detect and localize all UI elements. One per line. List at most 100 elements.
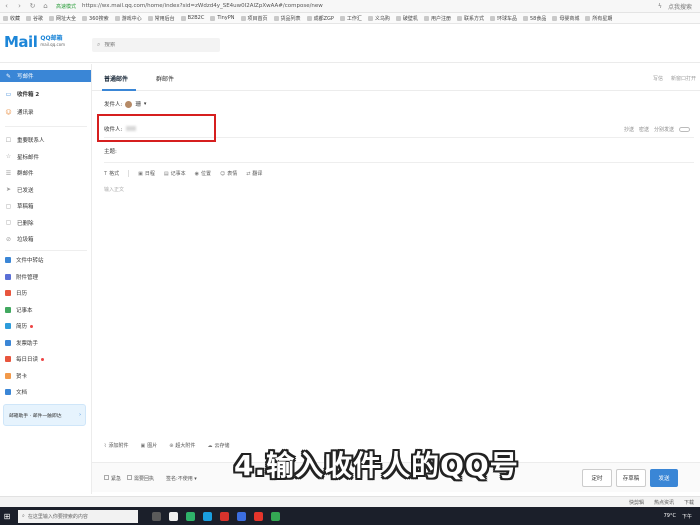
add-attachment-button[interactable]: ⌇ 添加附件 xyxy=(104,442,128,450)
bookmark-item[interactable]: 常用后台 xyxy=(147,15,175,22)
status-item-news[interactable]: 热点资讯 xyxy=(654,499,674,506)
sidebar-item-folder[interactable]: ➤ 已发送 xyxy=(0,184,91,196)
emoji-button[interactable]: ☺ 表情 xyxy=(220,170,237,178)
app-icon[interactable] xyxy=(271,511,280,521)
wechat-icon[interactable] xyxy=(186,511,195,521)
tab-normal-mail[interactable]: 普通邮件 xyxy=(104,74,128,83)
bookmark-item[interactable]: 工作汇 xyxy=(339,15,362,22)
sidebar-item-app[interactable]: 文档 xyxy=(0,386,91,398)
bookmark-item[interactable]: 所有星期 xyxy=(585,15,612,22)
bookmark-item[interactable]: 网址大全 xyxy=(49,15,76,22)
bookmark-item[interactable]: 360搜索 xyxy=(82,15,109,22)
sidebar-item-folder[interactable]: ☐ 重要联系人 xyxy=(0,134,91,146)
bookmark-favicon-icon xyxy=(489,15,495,21)
sidebar-item-app[interactable]: 日历 xyxy=(0,287,91,299)
chevron-down-icon[interactable]: ▾ xyxy=(144,101,147,107)
calendar-icon: ▣ xyxy=(138,170,143,177)
sidebar-item-folder[interactable]: ☰ 群邮件 xyxy=(0,167,91,179)
lightning-icon[interactable]: ϟ xyxy=(658,3,662,10)
sidebar-item-app[interactable]: 每日日读 xyxy=(0,353,91,365)
windows-start-icon[interactable]: ⊞ xyxy=(0,507,14,525)
bookmark-item[interactable]: 用户注册 xyxy=(423,15,451,22)
file-explorer-icon[interactable] xyxy=(169,511,178,521)
bookmark-item[interactable]: 联系方式 xyxy=(456,15,484,22)
compose-mode-link[interactable]: 写信 xyxy=(653,75,663,82)
urgent-checkbox[interactable]: 紧急 xyxy=(104,475,121,482)
home-icon[interactable]: ⌂ xyxy=(39,2,52,10)
mail-assistant-promo[interactable]: 邮箱助手 · 邮件一触即达 › xyxy=(3,404,86,426)
status-item-clip[interactable]: 快剪辑 xyxy=(629,499,644,506)
bookmark-favicon-icon xyxy=(395,15,401,21)
sidebar-item-folder[interactable]: ☆ 星标邮件 xyxy=(0,151,91,163)
bookmark-item[interactable]: 破壁机 xyxy=(395,15,418,22)
bookmark-item[interactable]: 环球车品 xyxy=(489,15,517,22)
bookmark-item[interactable]: 58食品 xyxy=(522,15,546,22)
sidebar-item-compose[interactable]: ✎ 写邮件 xyxy=(0,70,91,82)
image-button[interactable]: ▣ 图片 xyxy=(140,442,157,450)
translate-button[interactable]: ⇄ 翻译 xyxy=(246,170,262,178)
taskbar-search[interactable]: ⌕ 在这里输入你要搜索的内容 xyxy=(18,509,138,523)
app-icon[interactable] xyxy=(254,511,263,521)
tab-group-mail[interactable]: 群邮件 xyxy=(156,74,174,83)
schedule-button[interactable]: ▣ 日程 xyxy=(138,170,155,178)
receipt-checkbox[interactable]: 需要回执 xyxy=(127,475,154,482)
new-window-link[interactable]: 新窗口打开 xyxy=(671,75,696,82)
sidebar-item-app[interactable]: 文件中转站 xyxy=(0,254,91,266)
sidebar-divider xyxy=(5,250,87,251)
format-button[interactable]: T 格式 xyxy=(104,170,120,178)
sender-name[interactable]: 珊 xyxy=(135,100,141,108)
browser-app-icon[interactable] xyxy=(203,511,212,521)
refresh-icon[interactable]: ↻ xyxy=(26,2,39,10)
format-label: 格式 xyxy=(109,171,120,177)
signature-select[interactable]: 签名:不使用 ▾ xyxy=(166,475,197,482)
sidebar-item-app[interactable]: 附件管理 xyxy=(0,271,91,283)
forward-icon[interactable]: › xyxy=(13,2,26,10)
url-field[interactable]: https://wx.mail.qq.com/home/index?sid=zW… xyxy=(82,3,323,9)
large-attachment-button[interactable]: ⊕ 超大附件 xyxy=(169,442,195,450)
send-button[interactable]: 发送 xyxy=(650,469,678,487)
save-draft-button[interactable]: 存草稿 xyxy=(616,469,646,487)
bookmark-item[interactable]: 成都ZGP xyxy=(306,15,334,22)
status-item-download[interactable]: 下载 xyxy=(684,499,694,506)
qqmail-logo[interactable]: Mail QQ邮箱 mail.qq.com xyxy=(4,33,65,51)
sidebar-item-app[interactable]: 简历 xyxy=(0,320,91,332)
sidebar-item-inbox[interactable]: ▭ 收件箱 2 xyxy=(0,88,91,100)
cloud-storage-button[interactable]: ☁ 云存储 xyxy=(207,442,229,450)
back-icon[interactable]: ‹ xyxy=(0,2,13,10)
separate-send-toggle[interactable] xyxy=(679,127,690,132)
bookmark-item[interactable]: 项目首页 xyxy=(240,15,268,22)
bookmark-label: 用户注册 xyxy=(430,15,451,22)
bookmark-item[interactable]: 义乌购 xyxy=(367,15,390,22)
bcc-link[interactable]: 密送 xyxy=(639,126,649,133)
bookmark-item[interactable]: B2B2C xyxy=(180,15,204,21)
body-editor[interactable]: 输入正文 xyxy=(104,186,124,193)
sidebar-item-contacts[interactable]: ☺ 通讯录 xyxy=(0,106,91,118)
sidebar-item-app[interactable]: 发票助手 xyxy=(0,337,91,349)
subject-field[interactable]: 主题: xyxy=(104,147,694,163)
wps-icon[interactable] xyxy=(220,511,229,521)
sidebar-item-app[interactable]: 贺卡 xyxy=(0,370,91,382)
bookmark-item[interactable]: 收藏 xyxy=(3,15,20,22)
bookmark-item[interactable]: 货品列表 xyxy=(273,15,301,22)
mail-search-box[interactable]: ⌕ xyxy=(92,38,220,52)
schedule-send-button[interactable]: 定时 xyxy=(582,469,612,487)
bookmark-item[interactable]: TinyPN xyxy=(210,15,235,21)
location-button[interactable]: ◉ 位置 xyxy=(195,170,211,178)
bookmark-item[interactable]: 谷歌 xyxy=(26,15,43,22)
sidebar-item-folder[interactable]: ▢ 已删除 xyxy=(0,217,91,229)
browser-search-link[interactable]: 点我搜索 xyxy=(668,2,692,11)
sidebar-item-label: 已删除 xyxy=(17,220,34,227)
avatar xyxy=(125,100,133,108)
mail-search-input[interactable] xyxy=(104,42,205,48)
bookmark-item[interactable]: 母婴商城 xyxy=(552,15,579,22)
bookmark-label: 所有星期 xyxy=(592,15,613,22)
app-icon[interactable] xyxy=(237,511,246,521)
notepad-button[interactable]: ▤ 记事本 xyxy=(164,170,186,178)
task-view-icon[interactable] xyxy=(152,511,161,521)
sidebar-item-folder[interactable]: ⊘ 垃圾箱 xyxy=(0,233,91,245)
bookmark-item[interactable]: 游戏中心 xyxy=(114,15,142,22)
sidebar-item-folder[interactable]: ▢ 草稿箱 xyxy=(0,200,91,212)
sidebar-item-app[interactable]: 记事本 xyxy=(0,304,91,316)
cc-link[interactable]: 抄送 xyxy=(624,126,634,133)
sidebar-item-label: 收件箱 2 xyxy=(17,92,40,98)
